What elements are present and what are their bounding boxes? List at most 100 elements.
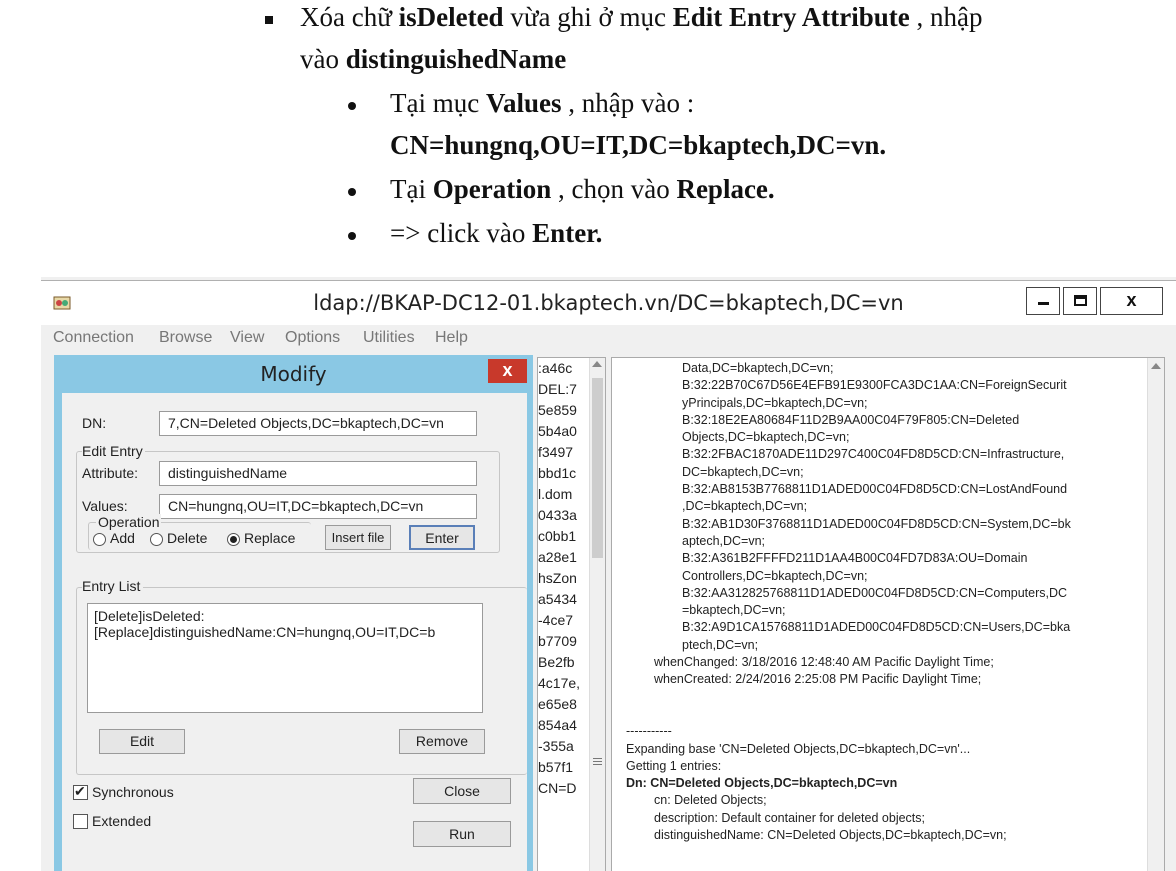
dialog-body: DN: 7,CN=Deleted Objects,DC=bkaptech,DC=… [62,393,527,871]
menu-browse[interactable]: Browse [159,329,212,347]
text: vừa ghi ở mục [503,2,673,32]
enter-button[interactable]: Enter [409,525,475,550]
output-line: B:32:A361B2FFFFD211D1AA4B00C04FD7D83A:OU… [682,551,1028,566]
close-icon: x [1126,290,1137,310]
attribute-field[interactable]: distinguishedName [159,461,477,486]
text-bold: Values [485,88,562,118]
output-line: cn: Deleted Objects; [654,793,767,808]
list-item[interactable]: [Replace]distinguishedName:CN=hungnq,OU=… [94,624,476,640]
menu-utilities[interactable]: Utilities [363,329,415,347]
document-instructions: Xóa chữ isDeleted vừa ghi ở mục Edit Ent… [0,0,1176,270]
menu-connection[interactable]: Connection [53,329,134,347]
output-line: aptech,DC=vn; [682,533,766,548]
dialog-close-button[interactable]: x [488,359,527,383]
entry-list[interactable]: [Delete]isDeleted: [Replace]distinguishe… [87,603,483,713]
replace-radio[interactable] [227,533,240,546]
text: Xóa chữ [300,2,399,32]
menu-bar: Connection Browse View Options Utilities… [41,326,1176,350]
delete-radio[interactable] [150,533,163,546]
tree-scrollbar[interactable] [589,358,605,871]
minimize-button[interactable] [1026,287,1060,315]
text-bold: Replace. [676,174,775,204]
menu-options[interactable]: Options [285,329,340,347]
output-line: Controllers,DC=bkaptech,DC=vn; [682,568,868,583]
entry-list-label: Entry List [82,578,144,594]
output-line: Data,DC=bkaptech,DC=vn; [682,361,834,375]
window-title: ldap://BKAP-DC12-01.bkaptech.vn/DC=bkapt… [313,291,904,315]
insert-file-button[interactable]: Insert file [325,525,391,550]
instruction-line-6: => click vào Enter. [390,218,602,249]
attribute-label: Attribute: [82,465,139,481]
output-line: ,DC=bkaptech,DC=vn; [682,499,808,514]
title-bar: ldap://BKAP-DC12-01.bkaptech.vn/DC=bkapt… [41,280,1176,325]
ldp-window: ldap://BKAP-DC12-01.bkaptech.vn/DC=bkapt… [41,277,1176,871]
list-item[interactable]: [Delete]isDeleted: [94,608,476,624]
delete-radio-label[interactable]: Delete [167,530,207,546]
round-bullet-icon [348,188,356,196]
text: Tại mục [390,88,486,118]
modify-dialog: Modify x DN: 7,CN=Deleted Objects,DC=bka… [54,355,533,871]
instruction-line-4: CN=hungnq,OU=IT,DC=bkaptech,DC=vn. [390,130,886,161]
remove-button[interactable]: Remove [399,729,485,754]
output-line: B:32:AA312825768811D1ADED00C04FD8D5CD:CN… [682,585,1068,600]
output-line: B:32:18E2EA80684F11D2B9AA00C04F79F805:CN… [682,412,1020,427]
maximize-button[interactable] [1063,287,1097,315]
output-line: yPrincipals,DC=bkaptech,DC=vn; [682,395,868,410]
add-radio[interactable] [93,533,106,546]
minimize-icon [1038,302,1049,305]
round-bullet-icon [348,232,356,240]
scroll-thumb[interactable] [592,378,603,558]
scroll-up-icon[interactable] [1151,363,1161,369]
round-bullet-icon [348,102,356,110]
synchronous-label[interactable]: Synchronous [92,784,174,800]
output-line: B:32:AB1D30F3768811D1ADED00C04FD8D5CD:CN… [682,516,1071,531]
output-line: =bkaptech,DC=vn; [682,603,786,618]
instruction-line-3: Tại mục Values , nhập vào : [390,88,694,119]
output-line: description: Default container for delet… [654,810,925,825]
scroll-grip-icon [593,758,602,759]
close-button[interactable]: Close [413,778,511,804]
synchronous-checkbox[interactable]: ✔ [73,783,88,800]
run-button[interactable]: Run [413,821,511,847]
edit-button[interactable]: Edit [99,729,185,754]
text-bold: CN=hungnq,OU=IT,DC=bkaptech,DC=vn. [390,130,887,160]
scroll-up-icon[interactable] [592,361,602,367]
check-icon: ✔ [74,783,86,799]
square-bullet-icon [265,16,273,24]
output-line: B:32:A9D1CA15768811D1ADED00C04FD8D5CD:CN… [682,620,1071,635]
replace-radio-label[interactable]: Replace [244,530,295,546]
window-close-button[interactable]: x [1100,287,1163,315]
text-bold: distinguishedName [345,44,567,74]
text: , nhập vào : [561,88,695,118]
output-line: Dn: CN=Deleted Objects,DC=bkaptech,DC=vn [626,776,898,791]
output-pane[interactable]: Data,DC=bkaptech,DC=vn; B:32:22B70C67D56E… [611,357,1165,871]
add-radio-label[interactable]: Add [110,530,135,546]
output-scrollbar[interactable] [1147,358,1164,871]
output-line: whenChanged: 3/18/2016 12:48:40 AM Pacif… [654,655,994,670]
dialog-title: Modify [260,362,327,386]
dn-field[interactable]: 7,CN=Deleted Objects,DC=bkaptech,DC=vn [159,411,477,436]
output-line: DC=bkaptech,DC=vn; [682,464,804,479]
output-line: Getting 1 entries: [626,758,722,773]
instruction-line-1: Xóa chữ isDeleted vừa ghi ở mục Edit Ent… [300,2,982,33]
values-label: Values: [82,498,128,514]
output-line: whenCreated: 2/24/2016 2:25:08 PM Pacifi… [654,672,982,687]
output-line: Expanding base 'CN=Deleted Objects,DC=bk… [626,741,971,756]
maximize-icon [1074,295,1087,306]
text-bold: Operation [432,174,552,204]
text-bold: Edit Entry Attribute [672,2,910,32]
instruction-line-2: vào distinguishedName [300,44,566,75]
output-line: ptech,DC=vn; [682,637,759,652]
text-bold: Enter. [532,218,603,248]
output-line: Objects,DC=bkaptech,DC=vn; [682,430,850,445]
instruction-line-5: Tại Operation , chọn vào Replace. [390,174,775,205]
menu-view[interactable]: View [230,329,264,347]
extended-checkbox[interactable] [73,814,88,829]
text: Tại [390,174,433,204]
dn-label: DN: [82,415,107,431]
menu-help[interactable]: Help [435,329,468,347]
extended-label[interactable]: Extended [92,813,151,829]
values-field[interactable]: CN=hungnq,OU=IT,DC=bkaptech,DC=vn [159,494,477,519]
output-line: B:32:AB8153B7768811D1ADED00C04FD8D5CD:CN… [682,482,1068,497]
